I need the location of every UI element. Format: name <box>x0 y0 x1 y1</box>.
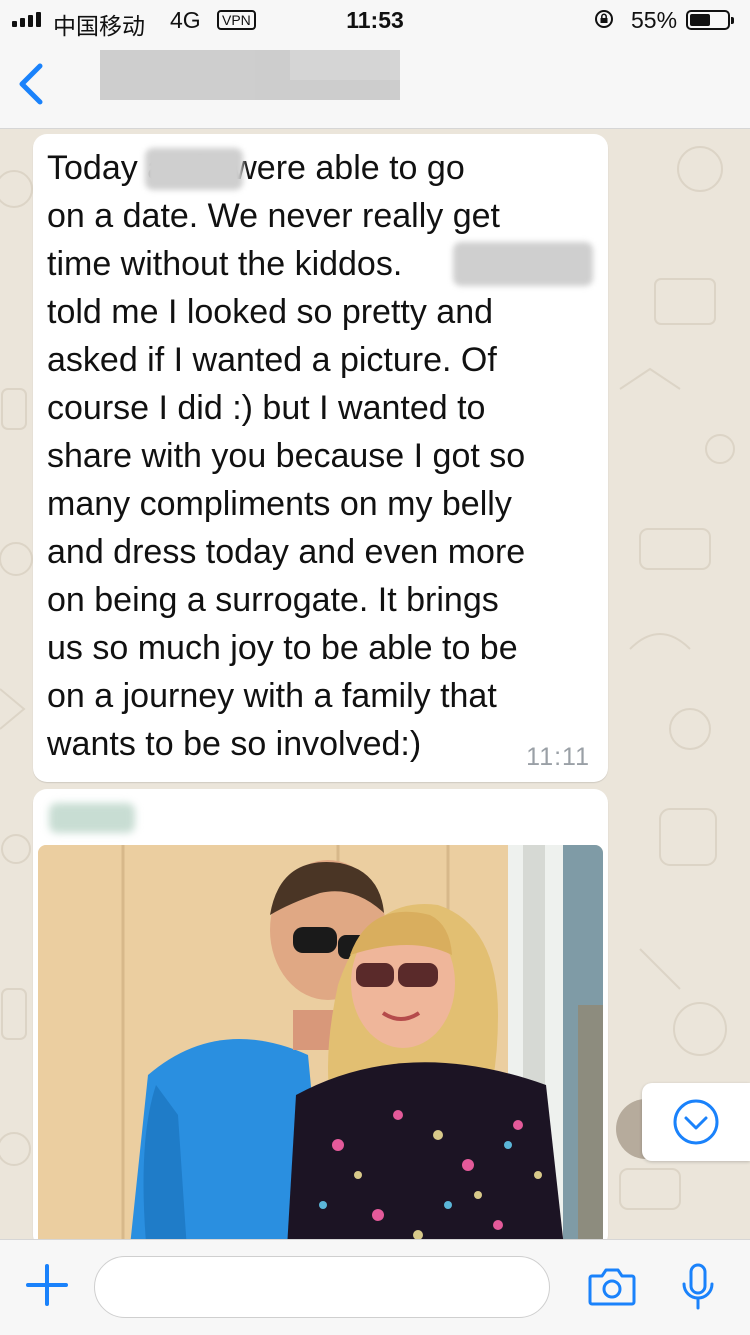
message-time: 11:11 <box>526 743 590 771</box>
battery-icon <box>686 10 734 30</box>
chat-area[interactable]: Today and I were able to go on a date. W… <box>0 129 750 1239</box>
message-text: Today and I were able to go on a date. W… <box>47 149 526 763</box>
status-bar: 中国移动 4G VPN 11:53 55% <box>0 0 750 40</box>
message-input[interactable] <box>94 1256 550 1318</box>
chevron-down-circle-icon <box>673 1099 719 1145</box>
back-chevron-icon[interactable] <box>14 60 50 108</box>
redacted-name <box>145 148 243 190</box>
scroll-to-bottom-button[interactable] <box>642 1083 750 1161</box>
chat-header <box>0 40 750 129</box>
microphone-icon[interactable] <box>680 1262 716 1312</box>
incoming-photo-bubble[interactable] <box>33 789 608 1239</box>
redacted-name <box>453 242 593 286</box>
orientation-lock-icon <box>595 10 613 28</box>
incoming-message-bubble[interactable]: Today and I were able to go on a date. W… <box>33 134 608 782</box>
shared-photo[interactable] <box>38 845 603 1239</box>
camera-icon[interactable] <box>588 1264 636 1308</box>
battery-percent: 55% <box>631 7 678 33</box>
redacted-sender-name <box>49 803 135 833</box>
contact-name[interactable] <box>100 50 400 100</box>
message-composer <box>0 1239 750 1335</box>
plus-icon[interactable] <box>24 1262 70 1308</box>
